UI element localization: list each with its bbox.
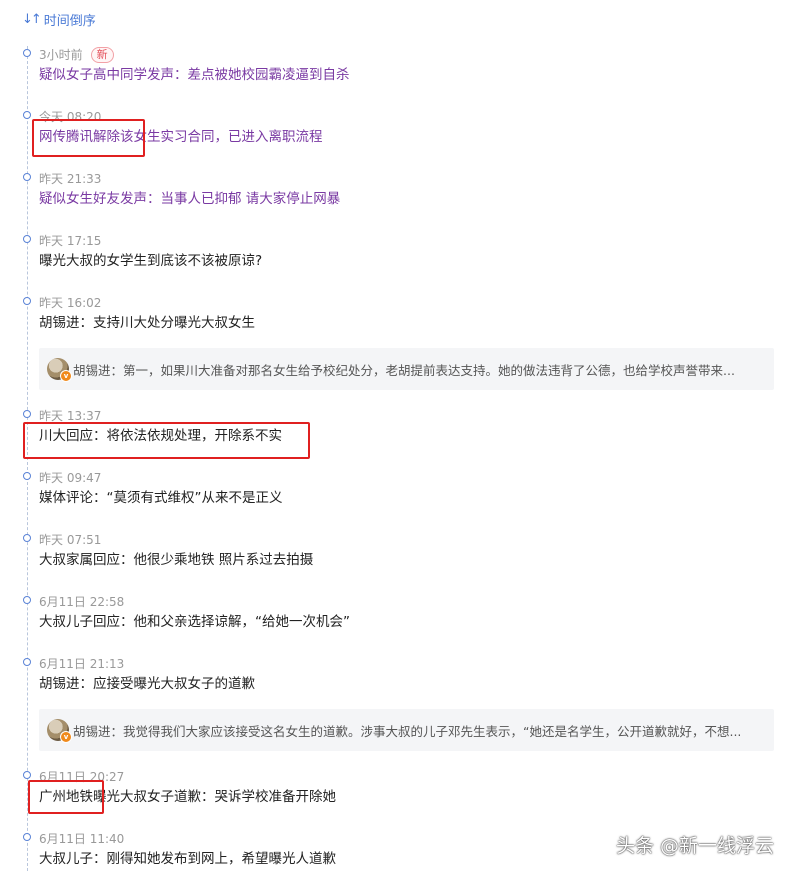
verified-badge-icon: v	[60, 370, 72, 382]
item-time: 昨天 16:02	[39, 296, 102, 310]
timeline-dot	[23, 235, 31, 243]
quote-card[interactable]: v 胡锡进：我觉得我们大家应该接受这名女生的道歉。涉事大叔的儿子邓先生表示，“她…	[39, 709, 774, 751]
item-time: 6月11日 20:27	[39, 770, 125, 784]
timeline-dot	[23, 49, 31, 57]
item-time: 6月11日 21:13	[39, 657, 125, 671]
timeline-dot	[23, 596, 31, 604]
item-time: 昨天 07:51	[39, 533, 102, 547]
item-time: 6月11日 22:58	[39, 595, 125, 609]
sort-label: 时间倒序	[43, 14, 96, 29]
quote-text: 胡锡进：我觉得我们大家应该接受这名女生的道歉。涉事大叔的儿子邓先生表示，“她还是…	[73, 723, 742, 739]
item-title-link[interactable]: 媒体评论：“莫须有式维权”从来不是正义	[39, 486, 283, 506]
timeline-page: ↓↑ 时间倒序 3小时前新 疑似女子高中同学发声：差点被她校园霸凌逼到自杀 今天…	[0, 0, 791, 873]
timeline-line	[27, 46, 28, 873]
item-time-text: 3小时前	[39, 48, 83, 62]
item-time: 昨天 09:47	[39, 471, 102, 485]
new-badge: 新	[90, 47, 114, 63]
item-title-link[interactable]: 疑似女生好友发声：当事人已抑郁 请大家停止网暴	[39, 187, 340, 207]
timeline-dot	[23, 472, 31, 480]
item-time: 3小时前新	[39, 46, 114, 63]
quote-text: 胡锡进：第一，如果川大准备对那名女生给予校纪处分，老胡提前表达支持。她的做法违背…	[73, 362, 735, 378]
item-time: 昨天 21:33	[39, 172, 102, 186]
avatar: v	[47, 358, 72, 382]
timeline-dot	[23, 658, 31, 666]
item-title-link[interactable]: 大叔儿子：刚得知她发布到网上，希望曝光人道歉	[39, 847, 336, 867]
sort-toggle-button[interactable]: ↓↑ 时间倒序	[22, 10, 96, 29]
avatar: v	[47, 719, 72, 743]
item-title-link[interactable]: 网传腾讯解除该女生实习合同，已进入离职流程	[39, 125, 323, 145]
quote-card[interactable]: v 胡锡进：第一，如果川大准备对那名女生给予校纪处分，老胡提前表达支持。她的做法…	[39, 348, 774, 390]
item-time: 6月11日 11:40	[39, 832, 125, 846]
item-title-link[interactable]: 曝光大叔的女学生到底该不该被原谅?	[39, 249, 262, 269]
verified-badge-icon: v	[60, 731, 72, 743]
item-time: 昨天 17:15	[39, 234, 102, 248]
item-title-link[interactable]: 广州地铁曝光大叔女子道歉：哭诉学校准备开除她	[39, 785, 336, 805]
item-title-link[interactable]: 大叔儿子回应：他和父亲选择谅解，“给她一次机会”	[39, 610, 350, 630]
item-title-link[interactable]: 胡锡进：应接受曝光大叔女子的道歉	[39, 672, 255, 692]
sort-arrows-icon: ↓↑	[22, 12, 42, 27]
timeline-dot	[23, 833, 31, 841]
item-title-link[interactable]: 胡锡进：支持川大处分曝光大叔女生	[39, 311, 255, 331]
item-time: 今天 08:20	[39, 110, 102, 124]
timeline-dot	[23, 410, 31, 418]
timeline-dot	[23, 771, 31, 779]
item-title-link[interactable]: 疑似女子高中同学发声：差点被她校园霸凌逼到自杀	[39, 63, 350, 83]
timeline-dot	[23, 111, 31, 119]
item-title-link[interactable]: 川大回应：将依法依规处理，开除系不实	[39, 424, 282, 444]
item-title-link[interactable]: 大叔家属回应：他很少乘地铁 照片系过去拍摄	[39, 548, 313, 568]
timeline-dot	[23, 534, 31, 542]
timeline-dot	[23, 173, 31, 181]
item-time: 昨天 13:37	[39, 409, 102, 423]
timeline-dot	[23, 297, 31, 305]
watermark: 头条 @新一线浮云	[615, 835, 774, 857]
